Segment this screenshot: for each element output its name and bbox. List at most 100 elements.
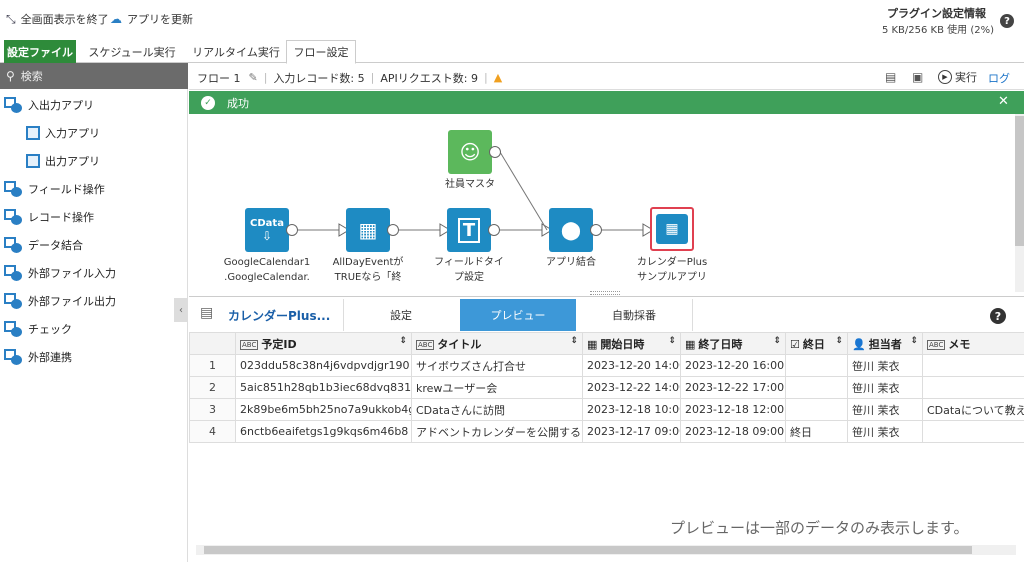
flow-toolbar: フロー 1 ✎ | 入力レコード数: 5 | APIリクエスト数: 9 | ▲ [189, 66, 1024, 90]
sort-icon: ⇕ [835, 335, 843, 346]
output-port[interactable] [489, 146, 501, 158]
node-label: AllDayEventが TRUEなら「終 [332, 257, 404, 283]
sidebar-item-record-ops[interactable]: レコード操作 [4, 204, 94, 230]
column-header[interactable]: ☑ 終日 ⇕ [785, 332, 848, 355]
sidebar-item-field-ops[interactable]: フィールド操作 [4, 176, 105, 202]
column-header[interactable]: ABC メモ [922, 332, 1024, 355]
tab-settings-file[interactable]: 設定ファイル [4, 40, 76, 63]
allday-event-node[interactable]: ▦ [346, 208, 390, 252]
sidebar-item-ext-file-in[interactable]: 外部ファイル入力 [4, 260, 116, 286]
help-icon[interactable]: ? [1000, 14, 1014, 28]
calendar-plus-node[interactable]: ▦ [650, 207, 694, 251]
resize-handle[interactable] [590, 291, 620, 295]
sidebar-item-data-join[interactable]: データ結合 [4, 232, 83, 258]
text-field-icon: ABC [927, 339, 946, 350]
sidebar-item-output-app[interactable]: 出力アプリ [26, 148, 100, 174]
row-number-header [189, 332, 236, 355]
app-icon [26, 126, 40, 140]
run-button[interactable]: ▶ 実行 [938, 69, 977, 85]
app-icon [26, 154, 40, 168]
sort-icon: ⇕ [570, 335, 578, 346]
table-row[interactable]: 3 2k89be6m5bh25no7a9ukkob4ge CDataさんに訪問 202… [189, 398, 1024, 421]
output-port[interactable] [488, 224, 500, 236]
sort-icon: ⇕ [668, 335, 676, 346]
tab-settings[interactable]: 設定 [343, 299, 458, 331]
text-type-icon: T [457, 217, 481, 243]
log-link[interactable]: ログ [988, 70, 1010, 86]
canvas-scrollbar-thumb[interactable] [1015, 116, 1024, 246]
category-icon [4, 237, 22, 253]
preview-note: プレビューは一部のデータのみ表示します。 [670, 519, 969, 537]
output-port[interactable] [286, 224, 298, 236]
text-field-icon: ABC [240, 339, 259, 350]
panel-title: カレンダーPlus... [228, 309, 331, 323]
tab-realtime[interactable]: リアルタイム実行 [186, 40, 286, 63]
flow-canvas: ☺ 社員マスタ CData ⇩ GoogleCalendar1 .GoogleCal… [189, 114, 1015, 292]
search-input[interactable]: ⚲ 検索 [0, 63, 188, 89]
sort-icon: ⇕ [399, 335, 407, 346]
tab-flow[interactable]: フロー設定 [286, 40, 356, 64]
close-banner-icon[interactable]: ✕ [998, 94, 1009, 109]
category-icon [4, 181, 22, 197]
edit-table-icon: ▦ [358, 218, 378, 242]
table-scrollbar-thumb[interactable] [204, 546, 972, 554]
node-label: カレンダーPlus サンプルアプリ [636, 257, 708, 283]
sidebar-item-check[interactable]: チェック [4, 316, 72, 342]
category-icon [4, 349, 22, 365]
success-banner: ✓ 成功 [189, 91, 1024, 114]
field-type-node[interactable]: T [447, 208, 491, 252]
tab-schedule[interactable]: スケジュール実行 [82, 40, 182, 63]
flow-name: フロー 1 [197, 71, 241, 85]
employee-master-node[interactable]: ☺ [448, 130, 492, 174]
tab-preview[interactable]: プレビュー [460, 299, 576, 331]
collapse-sidebar-button[interactable]: ‹ [174, 298, 188, 322]
person-face-icon: ☺ [459, 140, 481, 164]
check-circle-icon: ✓ [201, 95, 215, 110]
sidebar-item-ext-file-out[interactable]: 外部ファイル出力 [4, 288, 116, 314]
calendar-icon: ▦ [587, 337, 598, 351]
column-header[interactable]: ▦ 終了日時 ⇕ [680, 332, 786, 355]
column-header[interactable]: ▦ 開始日時 ⇕ [582, 332, 681, 355]
preview-table: ABC 予定ID ⇕ ABC タイトル ⇕ ▦ 開始日時 ⇕ ▦ 終了日時 ⇕ ☑ 終日 ⇕ 👤 担当… [189, 332, 1024, 443]
column-header[interactable]: ABC タイトル ⇕ [411, 332, 583, 355]
input-records-count: 入力レコード数: 5 [273, 71, 365, 85]
column-header[interactable]: 👤 担当者 ⇕ [847, 332, 923, 355]
update-app-button[interactable]: ☁ アプリを更新 [110, 11, 193, 27]
warning-icon[interactable]: ▲ [494, 71, 502, 84]
calendar-icon: ▦ [656, 214, 688, 244]
category-icon [4, 265, 22, 281]
category-icon [4, 209, 22, 225]
sort-icon: ⇕ [910, 335, 918, 346]
category-icon [4, 321, 22, 337]
plugin-info-title: プラグイン設定情報 [887, 7, 986, 20]
sidebar-item-ext-link[interactable]: 外部連携 [4, 344, 72, 370]
table-row[interactable]: 4 6nctb6eaifetgs1g9kqs6m46b8 アドベントカレンダーを公開… [189, 420, 1024, 443]
table-icon: ▤ [200, 305, 214, 321]
user-icon: 👤 [852, 337, 866, 351]
calendar-icon: ▦ [685, 337, 696, 351]
help-icon[interactable]: ? [990, 308, 1006, 324]
google-calendar-node[interactable]: CData ⇩ [245, 208, 289, 252]
node-label: GoogleCalendar1 .GoogleCalendar. [223, 257, 311, 283]
sidebar-item-input-app[interactable]: 入力アプリ [26, 120, 100, 146]
sidebar-item-io-app[interactable]: 入出力アプリ [4, 92, 94, 118]
output-port[interactable] [387, 224, 399, 236]
output-port[interactable] [590, 224, 602, 236]
chevron-left-icon: ‹ [179, 304, 183, 316]
tab-auto-number[interactable]: 自動採番 [576, 299, 693, 331]
table-row[interactable]: 2 5aic851h28qb1b3iec68dvq831 krewユーザー会 2023… [189, 376, 1024, 399]
column-header[interactable]: ABC 予定ID ⇕ [235, 332, 412, 355]
export-icon[interactable]: ▤ [885, 70, 896, 84]
edit-icon[interactable]: ✎ [249, 71, 258, 84]
search-icon: ⚲ [6, 69, 15, 83]
node-label: アプリ結合 [546, 257, 596, 268]
text-field-icon: ABC [416, 339, 435, 350]
checkbox-icon: ☑ [790, 337, 800, 351]
exit-fullscreen-button[interactable]: ⤡ 全画面表示を終了 [6, 11, 109, 27]
table-row[interactable]: 1 023ddu58c38n4j6vdpvdjgr190 サイボウズさん打合せ 202… [189, 354, 1024, 377]
download-icon: ⇩ [261, 229, 273, 243]
app-join-node[interactable]: ⬤ [549, 208, 593, 252]
play-icon: ▶ [938, 70, 952, 84]
comment-icon[interactable]: ▣ [912, 70, 923, 84]
join-circles-icon: ⬤ [560, 219, 582, 241]
